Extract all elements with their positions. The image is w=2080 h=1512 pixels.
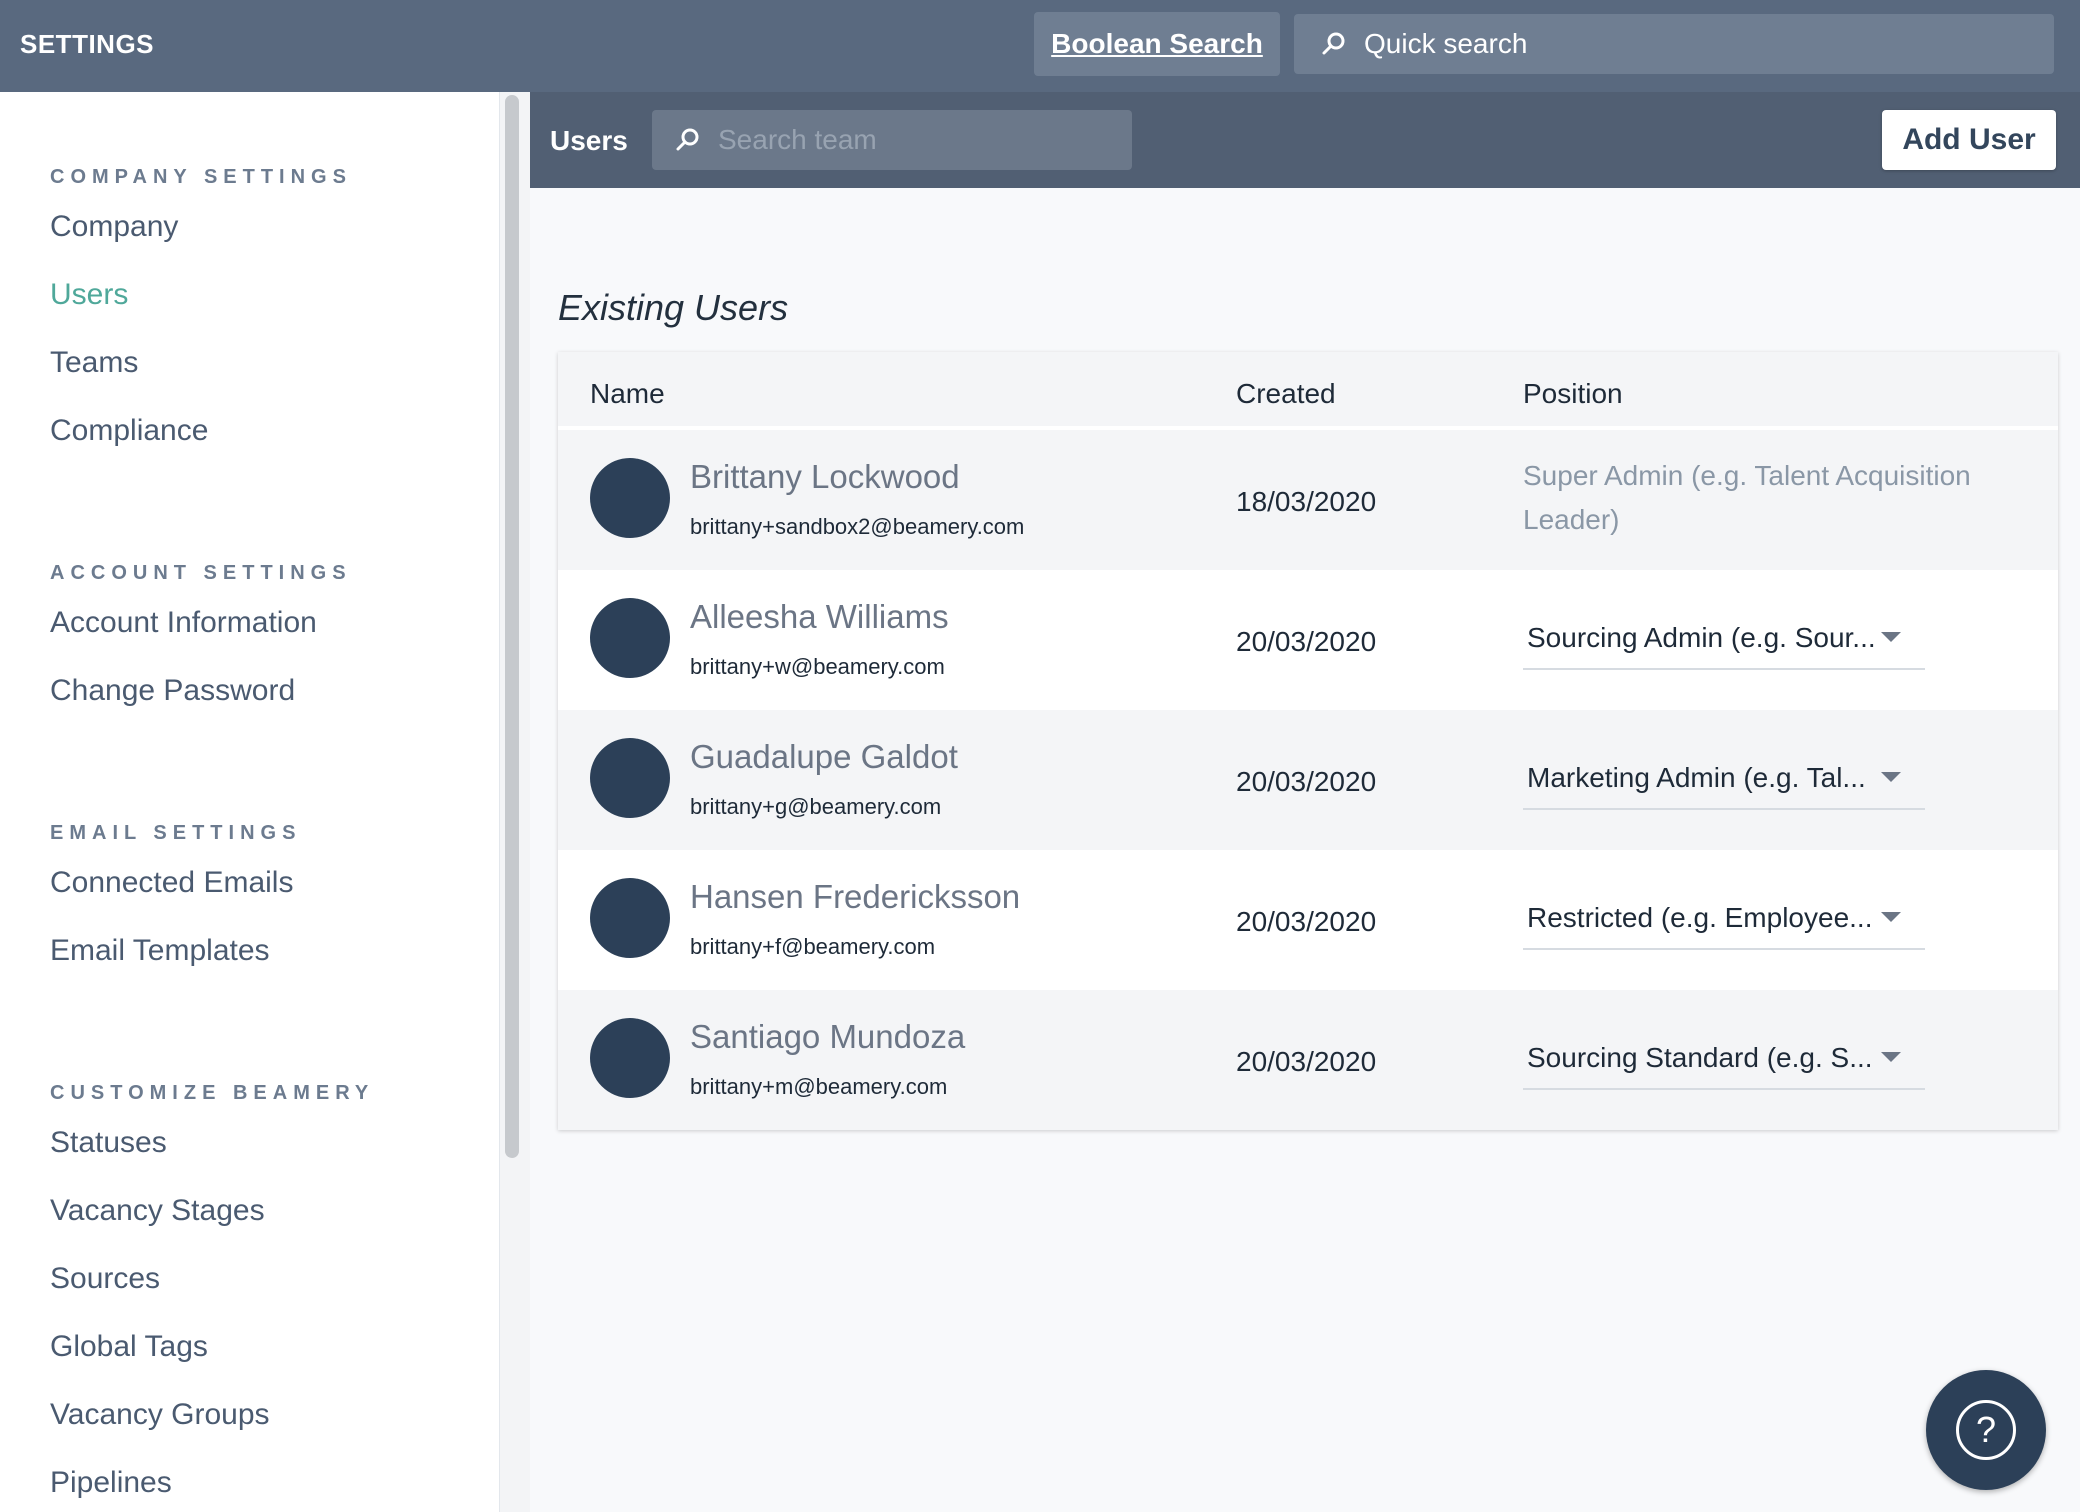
section-title-account-settings: ACCOUNT SETTINGS [50,562,352,584]
user-email: brittany+w@beamery.com [690,654,945,679]
sidebar-item-company[interactable]: Company [50,210,178,244]
sidebar-item-compliance[interactable]: Compliance [50,414,208,448]
sidebar-item-sources[interactable]: Sources [50,1262,160,1296]
user-name: Guadalupe Galdot [690,738,958,775]
section-title-company-settings: COMPANY SETTINGS [50,166,352,188]
user-name: Alleesha Williams [690,598,949,635]
position-select-value: Sourcing Admin (e.g. Sour... [1527,622,1876,653]
position-select[interactable]: Marketing Admin (e.g. Tal... [1523,748,1925,810]
position-select[interactable]: Restricted (e.g. Employee... [1523,888,1925,950]
sidebar-item-pipelines[interactable]: Pipelines [50,1466,172,1500]
user-name: Brittany Lockwood [690,458,960,495]
app-title: SETTINGS [20,29,155,59]
column-header-created: Created [1236,378,1336,409]
user-created-date: 20/03/2020 [1236,766,1377,797]
position-select[interactable]: Sourcing Admin (e.g. Sour... [1523,608,1925,670]
sidebar-item-global-tags[interactable]: Global Tags [50,1330,208,1364]
position-select-value: Marketing Admin (e.g. Tal... [1527,762,1866,793]
sidebar-item-connected-emails[interactable]: Connected Emails [50,866,293,900]
avatar [590,878,670,958]
sidebar-item-change-password[interactable]: Change Password [50,674,295,708]
position-select-value: Sourcing Standard (e.g. S... [1527,1042,1873,1073]
chevron-down-icon[interactable] [1881,912,1901,922]
column-header-position: Position [1523,378,1623,409]
chevron-down-icon[interactable] [1881,632,1901,642]
user-created-date: 18/03/2020 [1236,486,1377,517]
sidebar-item-teams[interactable]: Teams [50,346,138,380]
position-select[interactable]: Sourcing Standard (e.g. S... [1523,1028,1925,1090]
table-row: Brittany Lockwood brittany+sandbox2@beam… [558,430,2058,570]
search-team-placeholder: Search team [718,124,877,155]
existing-users-heading: Existing Users [558,287,789,328]
avatar [590,1018,670,1098]
sidebar-item-vacancy-stages[interactable]: Vacancy Stages [50,1194,265,1228]
help-button[interactable]: ? [1926,1370,2046,1490]
top-bar: SETTINGS Boolean Search Quick search [0,0,2080,92]
page-title: Users [550,125,628,156]
user-email: brittany+sandbox2@beamery.com [690,514,1025,539]
users-header: Users Search team Add User [530,92,2080,188]
user-created-date: 20/03/2020 [1236,626,1377,657]
section-title-customize-beamery: CUSTOMIZE BEAMERY [50,1082,375,1104]
table-header: Name Created Position [558,352,2058,428]
sidebar-item-account-information[interactable]: Account Information [50,606,317,640]
help-icon: ? [1956,1400,2016,1460]
user-name: Hansen Fredericksson [690,878,1021,915]
sidebar-item-vacancy-groups[interactable]: Vacancy Groups [50,1398,270,1432]
user-email: brittany+g@beamery.com [690,794,942,819]
sidebar-item-statuses[interactable]: Statuses [50,1126,167,1160]
users-table: Name Created Position Brittany Lockwood … [558,352,2058,1130]
search-icon [676,128,699,151]
avatar [590,458,670,538]
chevron-down-icon[interactable] [1881,772,1901,782]
user-email: brittany+f@beamery.com [690,934,936,959]
section-title-email-settings: EMAIL SETTINGS [50,822,302,844]
quick-search-input[interactable]: Quick search [1294,14,2054,74]
table-row: Santiago Mundoza brittany+m@beamery.com … [558,990,2058,1130]
chevron-down-icon[interactable] [1881,1052,1901,1062]
column-header-name: Name [590,378,665,409]
user-position-readonly: Super Admin (e.g. Talent Acquisition Lea… [1523,460,1971,535]
user-name: Santiago Mundoza [690,1018,966,1055]
avatar [590,738,670,818]
add-user-button[interactable]: Add User [1882,110,2056,170]
settings-sidebar: COMPANY SETTINGS Company Users Teams Com… [0,92,500,1512]
boolean-search-button[interactable]: Boolean Search [1034,12,1280,76]
sidebar-item-users[interactable]: Users [50,278,128,312]
quick-search-placeholder: Quick search [1364,28,1528,59]
table-row: Guadalupe Galdot brittany+g@beamery.com … [558,710,2058,850]
search-icon [1322,32,1345,55]
table-row: Alleesha Williams brittany+w@beamery.com… [558,570,2058,710]
avatar [590,598,670,678]
sidebar-scrollbar[interactable] [505,95,519,1158]
user-created-date: 20/03/2020 [1236,1046,1377,1077]
user-email: brittany+m@beamery.com [690,1074,948,1099]
user-created-date: 20/03/2020 [1236,906,1377,937]
search-team-input[interactable]: Search team [652,110,1132,170]
position-select-value: Restricted (e.g. Employee... [1527,902,1873,933]
sidebar-item-email-templates[interactable]: Email Templates [50,934,270,968]
table-row: Hansen Fredericksson brittany+f@beamery.… [558,850,2058,990]
